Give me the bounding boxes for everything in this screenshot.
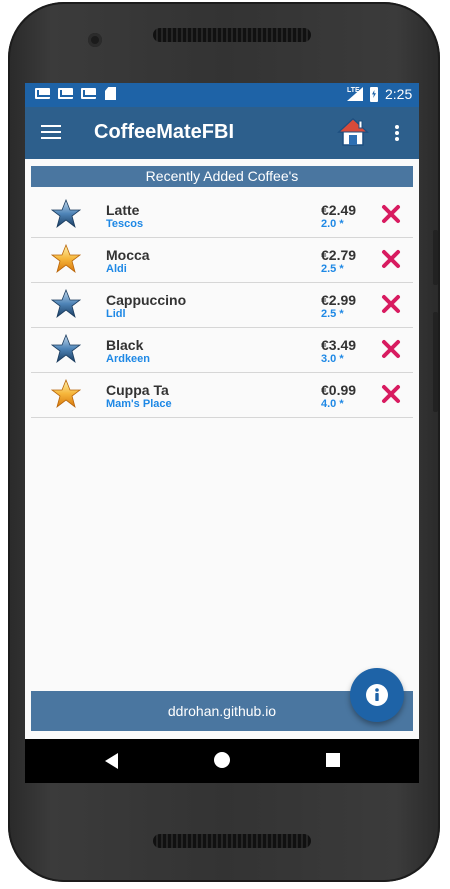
menu-icon[interactable] (41, 125, 61, 139)
coffee-name: Mocca (106, 247, 150, 263)
top-speaker (153, 28, 311, 42)
star-icon[interactable] (51, 199, 81, 229)
coffee-name: Cappuccino (106, 292, 187, 308)
coffee-row[interactable]: Mocca Aldi €2.79 2.5 * (31, 238, 413, 283)
nav-home-icon[interactable] (214, 752, 230, 768)
coffee-name: Cuppa Ta (106, 382, 169, 398)
gmail-icon (58, 88, 73, 99)
delete-icon[interactable] (381, 339, 401, 359)
coffee-rating: 2.5 * (321, 308, 344, 320)
star-icon[interactable] (51, 289, 81, 319)
coffee-list: Latte Tescos €2.49 2.0 * Mocca Aldi €2.7… (31, 193, 413, 418)
gmail-icon (35, 88, 50, 99)
star-icon[interactable] (51, 379, 81, 409)
battery-charging-icon (370, 87, 378, 102)
coffee-shop: Aldi (106, 263, 127, 275)
network-type: LTE (347, 87, 360, 94)
coffee-row[interactable]: Black Ardkeen €3.49 3.0 * (31, 328, 413, 373)
front-camera (88, 33, 102, 47)
app-bar: CoffeeMateFBI (25, 107, 419, 159)
coffee-price: €2.79 (321, 247, 357, 263)
sd-card-icon (105, 87, 116, 100)
gmail-icon (81, 88, 96, 99)
coffee-rating: 4.0 * (321, 398, 344, 410)
status-bar: LTE 2:25 (25, 83, 419, 107)
app-title: CoffeeMateFBI (94, 121, 235, 143)
coffee-rating: 3.0 * (321, 353, 344, 365)
coffee-shop: Lidl (106, 308, 126, 320)
android-nav-bar (25, 739, 419, 783)
list-header: Recently Added Coffee's (31, 166, 413, 187)
coffee-price: €2.49 (321, 202, 357, 218)
coffee-shop: Ardkeen (106, 353, 151, 365)
coffee-rating: 2.5 * (321, 263, 344, 275)
info-icon (366, 684, 388, 706)
star-icon[interactable] (51, 334, 81, 364)
back-icon[interactable] (105, 753, 118, 769)
bottom-speaker (153, 834, 311, 848)
overflow-menu-icon[interactable] (395, 125, 399, 141)
delete-icon[interactable] (381, 204, 401, 224)
home-icon[interactable] (337, 117, 369, 147)
coffee-row[interactable]: Cappuccino Lidl €2.99 2.5 * (31, 283, 413, 328)
info-fab-button[interactable] (350, 668, 404, 722)
delete-icon[interactable] (381, 249, 401, 269)
coffee-shop: Tescos (106, 218, 144, 230)
coffee-rating: 2.0 * (321, 218, 344, 230)
coffee-row[interactable]: Latte Tescos €2.49 2.0 * (31, 193, 413, 238)
star-icon[interactable] (51, 244, 81, 274)
recent-apps-icon[interactable] (326, 753, 340, 767)
coffee-shop: Mam's Place (106, 398, 172, 410)
coffee-row[interactable]: Cuppa Ta Mam's Place €0.99 4.0 * (31, 373, 413, 418)
coffee-name: Latte (106, 202, 140, 218)
delete-icon[interactable] (381, 384, 401, 404)
coffee-price: €0.99 (321, 382, 357, 398)
coffee-price: €2.99 (321, 292, 357, 308)
coffee-price: €3.49 (321, 337, 357, 353)
volume-button[interactable] (433, 230, 438, 285)
power-button[interactable] (433, 312, 438, 412)
coffee-name: Black (106, 337, 144, 353)
app-screen: LTE 2:25 CoffeeMateFBI Recently Added Co… (25, 83, 419, 783)
delete-icon[interactable] (381, 294, 401, 314)
status-time: 2:25 (385, 86, 413, 102)
